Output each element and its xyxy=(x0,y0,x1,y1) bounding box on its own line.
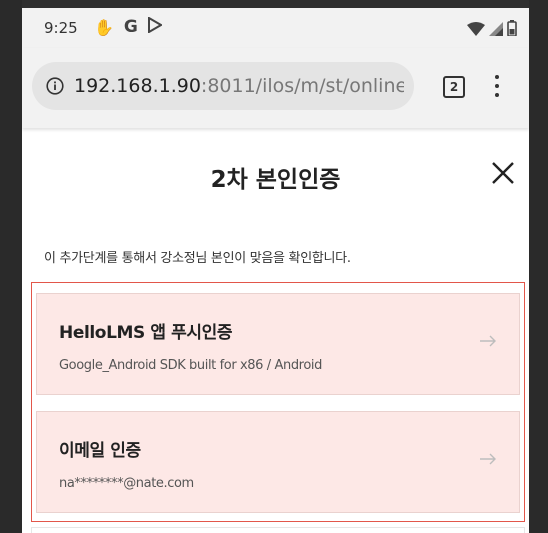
cell-signal-icon xyxy=(489,21,503,40)
url-path: :8011/ilos/m/st/online_ xyxy=(200,75,404,97)
url-text[interactable]: 192.168.1.90:8011/ilos/m/st/online_ xyxy=(74,75,404,97)
method-email: na********@nate.com xyxy=(59,476,194,491)
more-menu-icon[interactable] xyxy=(494,75,500,99)
arrow-right-icon xyxy=(480,453,496,465)
google-icon: G xyxy=(123,17,138,37)
device-bezel-left xyxy=(0,0,22,533)
auth-method-list: HelloLMS 앱 푸시인증 Google_Android SDK built… xyxy=(31,282,525,522)
play-store-icon xyxy=(147,16,163,37)
status-notification-icons: ✋ G xyxy=(94,16,163,37)
signal-hand-icon: ✋ xyxy=(94,17,114,37)
status-bar: 9:25 ✋ G xyxy=(22,8,529,48)
arrow-right-icon xyxy=(480,335,496,347)
address-bar[interactable]: 192.168.1.90:8011/ilos/m/st/online_ xyxy=(32,62,414,110)
info-icon[interactable] xyxy=(46,77,64,95)
wifi-icon xyxy=(467,21,485,40)
method-title: HelloLMS 앱 푸시인증 xyxy=(59,323,233,343)
device-viewport: 9:25 ✋ G 192.168.1.90:8011/ilos/m/st/onl… xyxy=(22,8,529,533)
device-bezel-right xyxy=(529,0,548,533)
status-system-icons xyxy=(467,20,517,40)
tab-switcher-button[interactable]: 2 xyxy=(443,76,465,98)
device-bezel-top xyxy=(0,0,548,8)
verification-description: 이 추가단계를 통해서 강소정님 본인이 맞음을 확인합니다. xyxy=(44,251,351,266)
next-auth-option-partial[interactable] xyxy=(31,527,525,533)
email-auth-option[interactable]: 이메일 인증 na********@nate.com xyxy=(36,411,520,513)
method-device: Google_Android SDK built for x86 / Andro… xyxy=(59,358,322,373)
battery-icon xyxy=(507,20,517,40)
method-title: 이메일 인증 xyxy=(59,441,141,461)
url-host: 192.168.1.90 xyxy=(74,75,201,97)
page-title: 2차 본인인증 xyxy=(210,167,341,193)
status-time: 9:25 xyxy=(44,19,78,37)
push-auth-option[interactable]: HelloLMS 앱 푸시인증 Google_Android SDK built… xyxy=(36,293,520,395)
screen: 9:25 ✋ G 192.168.1.90:8011/ilos/m/st/onl… xyxy=(0,0,548,533)
browser-toolbar: 192.168.1.90:8011/ilos/m/st/online_ 2 xyxy=(22,48,529,128)
close-icon[interactable] xyxy=(488,158,518,188)
